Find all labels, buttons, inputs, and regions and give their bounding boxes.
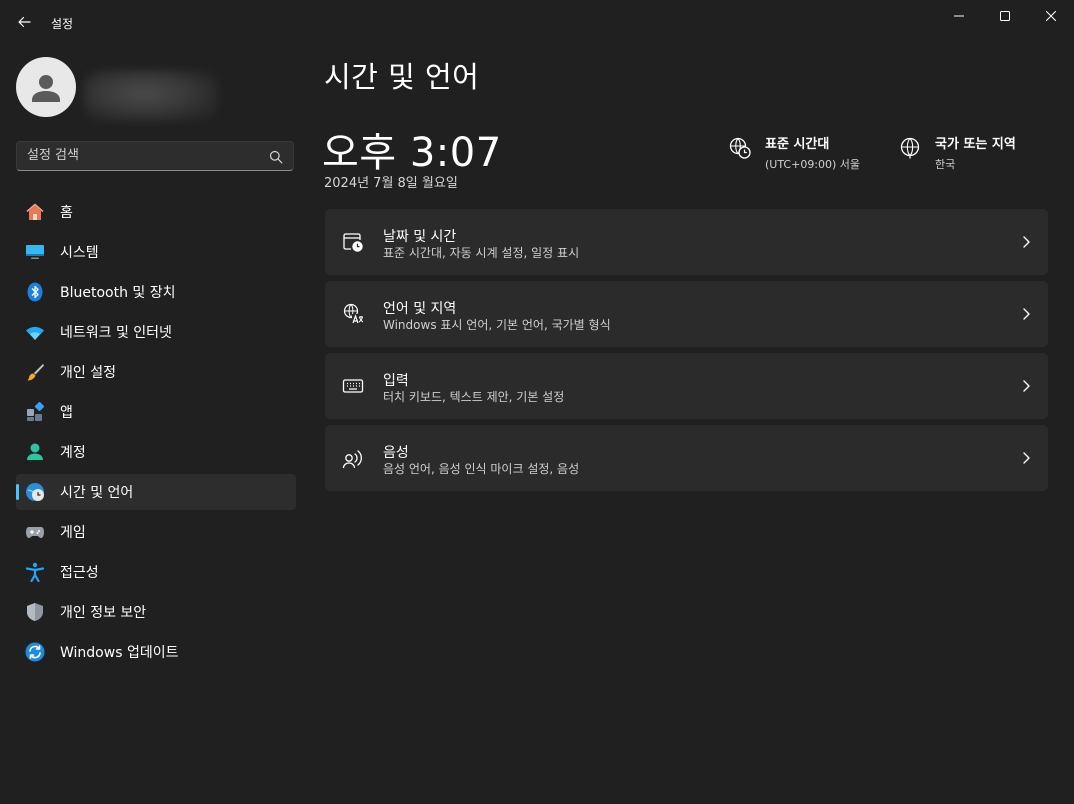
- card-typing[interactable]: 입력 터치 키보드, 텍스트 제안, 기본 설정: [325, 353, 1048, 419]
- maximize-button[interactable]: [982, 0, 1028, 32]
- sidebar-item-label: 개인 정보 보안: [60, 605, 147, 621]
- maximize-icon: [1000, 11, 1010, 21]
- sidebar-item-label: 홈: [60, 205, 73, 221]
- sidebar-item-label: 계정: [60, 445, 86, 461]
- sidebar-item-label: 시간 및 언어: [60, 485, 134, 501]
- card-title: 언어 및 지역: [383, 301, 457, 317]
- page-title: 시간 및 언어: [324, 60, 480, 94]
- speech-icon: [342, 450, 362, 469]
- sidebar-nav: 홈 시스템 Bluetooth 및 장치 네트워크 및 인터넷 개인 설정 앱 …: [16, 194, 296, 674]
- sidebar-item-accounts[interactable]: 계정: [16, 434, 296, 470]
- sidebar-item-time-language[interactable]: 시간 및 언어: [16, 474, 296, 510]
- title-bar: 설정: [0, 0, 1074, 46]
- sidebar-item-accessibility[interactable]: 접근성: [16, 554, 296, 590]
- shield-icon: [27, 603, 43, 621]
- card-subtitle: Windows 표시 언어, 기본 언어, 국가별 형식: [383, 318, 611, 332]
- region-value: 한국: [935, 158, 956, 171]
- timezone-title: 표준 시간대: [765, 137, 830, 152]
- card-language-region[interactable]: 언어 및 지역 Windows 표시 언어, 기본 언어, 국가별 형식: [325, 281, 1048, 347]
- card-date-time[interactable]: 날짜 및 시간 표준 시간대, 자동 시계 설정, 일정 표시: [325, 209, 1048, 275]
- card-title: 날짜 및 시간: [383, 229, 457, 245]
- sidebar-item-windows-update[interactable]: Windows 업데이트: [16, 634, 296, 670]
- chevron-right-icon: [1023, 380, 1030, 392]
- active-indicator: [16, 484, 19, 500]
- wifi-icon: [26, 326, 44, 340]
- card-subtitle: 표준 시간대, 자동 시계 설정, 일정 표시: [383, 246, 580, 260]
- update-icon: [25, 642, 45, 662]
- account-icon: [27, 443, 43, 460]
- paintbrush-icon: [27, 364, 44, 381]
- sidebar-item-bluetooth[interactable]: Bluetooth 및 장치: [16, 274, 296, 310]
- current-time: 오후 3:07: [322, 130, 502, 176]
- avatar[interactable]: [16, 57, 76, 117]
- sidebar-item-label: 앱: [60, 405, 73, 421]
- apps-icon: [27, 402, 45, 421]
- sidebar-item-label: Bluetooth 및 장치: [60, 285, 176, 301]
- card-subtitle: 터치 키보드, 텍스트 제안, 기본 설정: [383, 390, 565, 404]
- minimize-icon: [954, 15, 964, 17]
- minimize-button[interactable]: [936, 0, 982, 32]
- sidebar-item-system[interactable]: 시스템: [16, 234, 296, 270]
- back-button[interactable]: [10, 8, 38, 36]
- sidebar-item-network[interactable]: 네트워크 및 인터넷: [16, 314, 296, 350]
- sidebar-item-label: 시스템: [60, 245, 99, 261]
- sidebar-item-home[interactable]: 홈: [16, 194, 296, 230]
- keyboard-icon: [342, 379, 364, 393]
- close-button[interactable]: [1028, 0, 1074, 32]
- bluetooth-icon: [27, 282, 43, 302]
- user-silhouette-icon: [32, 75, 60, 102]
- card-speech[interactable]: 음성 음성 언어, 음성 인식 마이크 설정, 음성: [325, 425, 1048, 491]
- sidebar-item-label: Windows 업데이트: [60, 645, 179, 661]
- card-title: 음성: [383, 445, 409, 461]
- accessibility-icon: [25, 562, 45, 582]
- language-icon: [343, 303, 364, 324]
- card-title: 입력: [383, 373, 409, 389]
- back-arrow-icon: [18, 16, 31, 28]
- card-subtitle: 음성 언어, 음성 인식 마이크 설정, 음성: [383, 462, 580, 476]
- region-info[interactable]: 국가 또는 지역 한국: [899, 133, 1016, 172]
- time-language-icon: [26, 483, 44, 501]
- calendar-clock-icon: [343, 233, 363, 252]
- sidebar-item-privacy[interactable]: 개인 정보 보안: [16, 594, 296, 630]
- search-icon[interactable]: [269, 150, 283, 164]
- close-icon: [1046, 11, 1056, 21]
- sidebar-item-label: 접근성: [60, 565, 99, 581]
- gamepad-icon: [26, 527, 44, 538]
- sidebar-item-label: 개인 설정: [60, 365, 116, 381]
- system-monitor-icon: [26, 245, 44, 259]
- app-title: 설정: [51, 17, 74, 31]
- search-input[interactable]: [27, 142, 257, 170]
- sidebar-item-label: 네트워크 및 인터넷: [60, 325, 172, 341]
- current-date: 2024년 7월 8일 월요일: [324, 176, 458, 191]
- search-box[interactable]: [16, 141, 294, 171]
- home-icon: [26, 203, 44, 220]
- sidebar-item-gaming[interactable]: 게임: [16, 514, 296, 550]
- timezone-value: (UTC+09:00) 서울: [765, 158, 861, 171]
- region-title: 국가 또는 지역: [935, 137, 1016, 152]
- username-redacted: [84, 70, 218, 122]
- chevron-right-icon: [1023, 452, 1030, 464]
- sidebar-item-personalization[interactable]: 개인 설정: [16, 354, 296, 390]
- sidebar-item-apps[interactable]: 앱: [16, 394, 296, 430]
- sidebar-item-label: 게임: [60, 525, 86, 541]
- chevron-right-icon: [1023, 308, 1030, 320]
- chevron-right-icon: [1023, 236, 1030, 248]
- timezone-info[interactable]: 표준 시간대 (UTC+09:00) 서울: [729, 133, 860, 172]
- timezone-globe-clock-icon: [729, 137, 751, 159]
- globe-icon: [900, 137, 920, 159]
